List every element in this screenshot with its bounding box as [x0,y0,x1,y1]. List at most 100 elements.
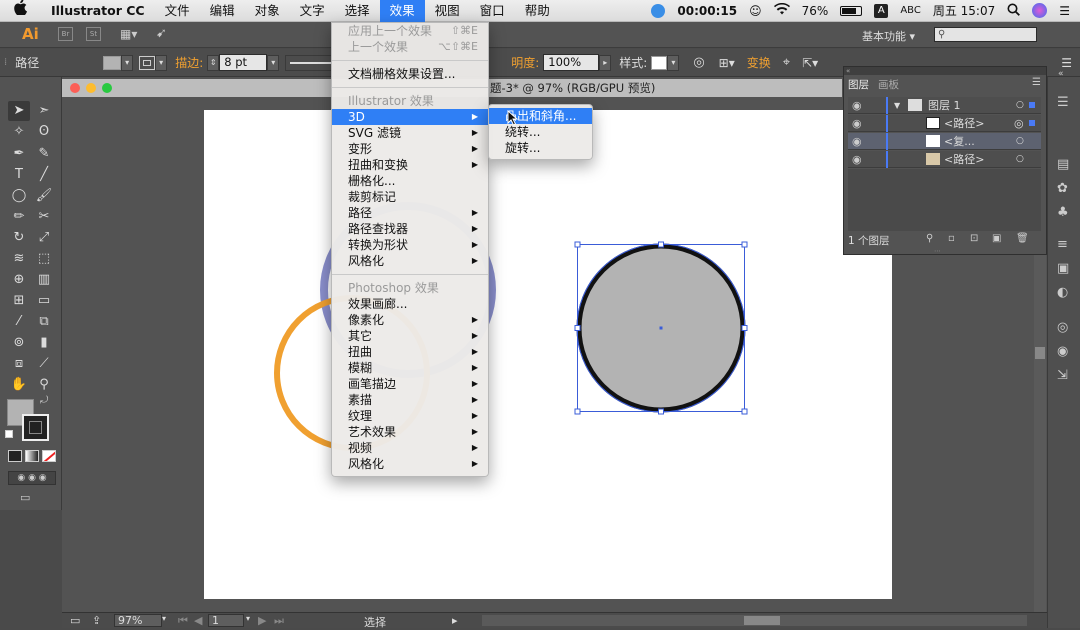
submenu-arrow-icon: ▶ [471,128,478,137]
menu-effect-item[interactable]: 栅格化... [332,173,488,189]
stroke-panel-icon[interactable]: ≡ [1057,237,1068,252]
layer-row[interactable]: ◉ <路径> ◎ [848,115,1041,132]
menu-effect-item[interactable]: 画笔描边 ▶ [332,376,488,392]
mouse-cursor-icon [507,110,519,126]
layer-row[interactable]: ◉ ▼ 图层 1 ○ [848,97,1041,114]
menu-effect-item-label: 素描 [348,393,373,407]
menu-effect-item-label: 栅格化... [348,174,396,188]
menu-effect-item[interactable]: 扭曲和变换 ▶ [332,157,488,173]
horizontal-scrollbar[interactable] [482,615,1027,626]
effect-menu: 应用上一个效果 ⇧⌘E 上一个效果 ⌥⇧⌘E 文档栅格效果设置... Illustrato… [331,22,489,477]
collapse-dock-icon[interactable]: « [1058,69,1064,79]
gradient-panel-icon[interactable]: ▣ [1057,261,1069,276]
menu-effect-item-label: 变形 [348,142,373,156]
submenu-arrow-icon: ▶ [471,256,478,265]
artboard-nav-icon[interactable]: ▭ [70,614,80,627]
layer-name[interactable]: <路径> [944,115,984,132]
layer-row[interactable]: ◉ <路径> ○ [848,151,1041,168]
vertical-scroll-thumb[interactable] [1035,347,1045,359]
properties-panel-icon[interactable]: ☰ [1057,95,1069,110]
tab-layers[interactable]: 图层 [848,77,869,92]
zoom-field[interactable]: 97% [114,614,162,627]
menu-effect-item[interactable]: 模糊 ▶ [332,360,488,376]
export-icon[interactable]: ⇪ [92,614,101,627]
menu-effect-item[interactable]: 裁剪标记 [332,189,488,205]
menu-effect-item-label: 风格化 [348,457,385,471]
visibility-eye-icon[interactable]: ◉ [852,97,862,114]
menu-effect-item[interactable]: 艺术效果 ▶ [332,424,488,440]
layer-color-bar [886,133,888,150]
layer-name[interactable]: <路径> [944,151,984,168]
locate-object-icon[interactable]: ⚲ [926,233,933,244]
expand-triangle-icon[interactable]: ▼ [894,97,900,114]
visibility-eye-icon[interactable]: ◉ [852,133,862,150]
menu-effect-item[interactable]: 纹理 ▶ [332,408,488,424]
target-icon[interactable]: ○ [1016,97,1024,114]
selection-indicator[interactable] [1029,120,1035,126]
menu-separator [332,87,488,88]
menu-effect-item[interactable]: 转换为形状 ▶ [332,237,488,253]
tab-artboards[interactable]: 画板 [878,77,899,92]
menu-effect-item[interactable]: 风格化 ▶ [332,253,488,269]
menu-3d-item[interactable]: 绕转... [489,124,592,140]
menu-effect-item-label: 上一个效果 [348,40,409,54]
artboard-number-field[interactable]: 1 [208,614,244,627]
symbols-panel-icon[interactable]: ♣ [1057,205,1069,220]
submenu-arrow-icon: ▶ [471,379,478,388]
target-icon[interactable]: ○ [1016,151,1024,168]
layer-name[interactable]: <复... [944,133,975,150]
menu-effect-item[interactable]: 路径查找器 ▶ [332,221,488,237]
submenu-arrow-icon: ▶ [471,160,478,169]
graphic-styles-panel-icon[interactable]: ◉ [1057,344,1068,359]
asset-export-panel-icon[interactable]: ⇲ [1057,368,1068,383]
menu-effect-item-label: 路径 [348,206,373,220]
menu-3d-item[interactable]: 旋转... [489,140,592,156]
menu-effect-item[interactable]: 风格化 ▶ [332,456,488,472]
status-arrow[interactable]: ▸ [452,614,458,627]
menu-effect-item[interactable]: 文档栅格效果设置... [332,66,488,82]
delete-layer-icon[interactable]: 🗑 [1016,233,1029,244]
visibility-eye-icon[interactable]: ◉ [852,115,862,132]
zoom-dropdown[interactable]: ▾ [162,614,166,623]
artboard-dropdown[interactable]: ▾ [246,614,250,623]
panel-header[interactable]: « [844,67,1046,75]
menu-effect-item[interactable]: 变形 ▶ [332,141,488,157]
menu-effect-item[interactable]: 像素化 ▶ [332,312,488,328]
menu-effect-item[interactable]: 效果画廊... [332,296,488,312]
next-artboard-icon[interactable]: ▶ [258,614,266,627]
menu-effect-item[interactable]: 素描 ▶ [332,392,488,408]
transparency-panel-icon[interactable]: ◐ [1057,285,1068,300]
layer-name[interactable]: 图层 1 [928,97,961,114]
submenu-arrow-icon: ▶ [471,240,478,249]
menu-3d-item[interactable]: 凸出和斜角... [489,108,592,124]
menu-effect-item-label: 应用上一个效果 [348,24,433,38]
menu-effect-item[interactable]: 其它 ▶ [332,328,488,344]
menu-effect-item[interactable]: SVG 滤镜 ▶ [332,125,488,141]
menu-effect-item[interactable]: 扭曲 ▶ [332,344,488,360]
visibility-eye-icon[interactable]: ◉ [852,151,862,168]
previous-artboard-icon[interactable]: ◀ [194,614,202,627]
selection-indicator[interactable] [1029,102,1035,108]
panel-menu-icon[interactable]: ☰ [1032,77,1041,88]
clipping-mask-icon[interactable]: ▫ [948,233,955,244]
new-layer-icon[interactable]: ▣ [992,233,1001,244]
menu-separator [332,274,488,275]
target-icon[interactable]: ◎ [1014,115,1024,132]
color-panel-icon[interactable]: ▤ [1057,157,1069,172]
status-bar: ▭ ⇪ 97% ▾ ⏮ ◀ 1 ▾ ▶ ⏭ 选择 ▸ [62,612,1047,629]
menu-effect-item-label: 裁剪标记 [348,190,397,204]
menu-effect-item[interactable]: 3D ▶ [332,109,488,125]
brushes-panel-icon[interactable]: ✿ [1057,181,1068,196]
last-artboard-icon[interactable]: ⏭ [274,614,284,628]
menu-effect-item[interactable]: 视频 ▶ [332,440,488,456]
first-artboard-icon[interactable]: ⏮ [178,614,188,628]
panel-resize-grip[interactable]: ⋯ [934,247,941,255]
menu-effect-item-label: 3D [348,110,365,124]
submenu-arrow-icon: ▶ [471,224,478,233]
layer-row[interactable]: ◉ <复... ○ [848,133,1041,150]
target-icon[interactable]: ○ [1016,133,1024,150]
appearance-panel-icon[interactable]: ◎ [1057,320,1068,335]
menu-effect-item[interactable]: 路径 ▶ [332,205,488,221]
new-sublayer-icon[interactable]: ⊡ [970,233,978,244]
layers-empty-area [848,169,1041,231]
